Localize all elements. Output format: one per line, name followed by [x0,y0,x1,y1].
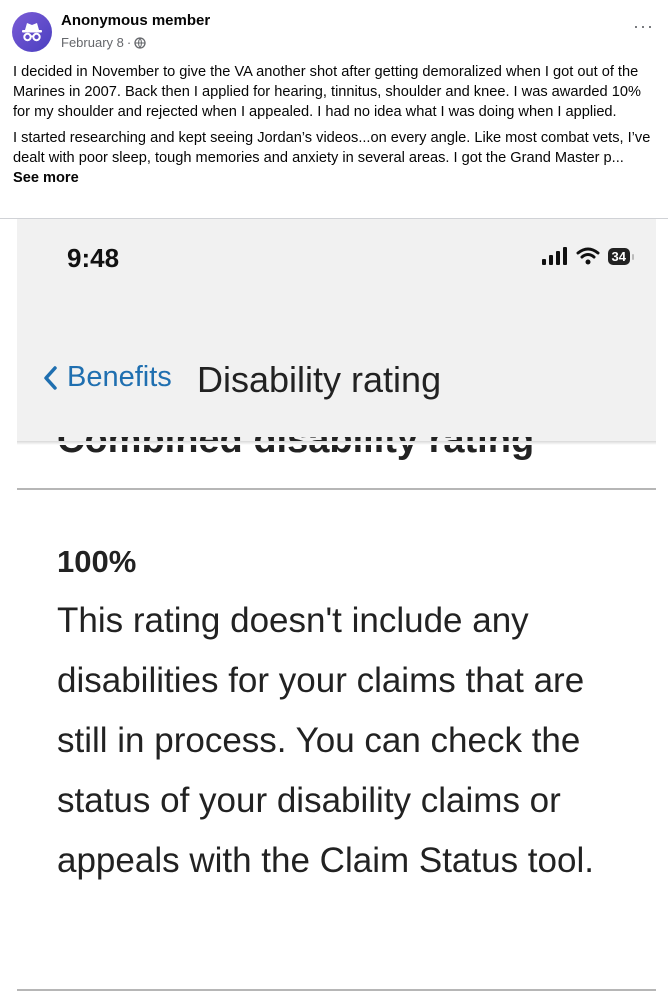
anonymous-avatar-icon[interactable] [12,12,52,52]
status-icons: 34 [541,247,635,265]
section-divider [17,989,656,991]
navbar-shadow [17,441,656,445]
meta-separator: · [126,35,132,50]
rating-value: 100% [57,544,137,579]
globe-icon [134,36,146,49]
status-time: 9:48 [67,243,120,273]
post-body: I decided in November to give the VA ano… [13,62,658,188]
phone-status-bar: 9:48 34 [17,219,656,319]
post-date[interactable]: February 8 [61,35,124,50]
cellular-signal-icon [541,247,567,265]
post-meta: February 8 · [61,35,146,50]
section-divider [17,488,656,490]
app-navbar: Benefits Disability rating [17,319,656,441]
attached-screenshot[interactable]: 9:48 34 Benefits Disability rating Combi… [17,219,656,992]
see-more-link[interactable]: See more [13,168,79,188]
rating-description: This rating doesn't include any disabili… [57,601,594,880]
chevron-left-icon [44,365,57,390]
post-paragraph-1: I decided in November to give the VA ano… [13,64,641,120]
back-label[interactable]: Benefits [67,361,172,394]
post-header: Anonymous member February 8 · ··· [0,0,668,60]
post-author[interactable]: Anonymous member [61,12,210,29]
battery-icon: 34 [607,247,635,265]
post-paragraph-2: I started researching and kept seeing Jo… [13,130,651,166]
wifi-icon [576,247,600,265]
more-options-icon[interactable]: ··· [633,16,654,37]
back-button[interactable]: Benefits [41,361,172,394]
page-title: Disability rating [197,359,442,400]
